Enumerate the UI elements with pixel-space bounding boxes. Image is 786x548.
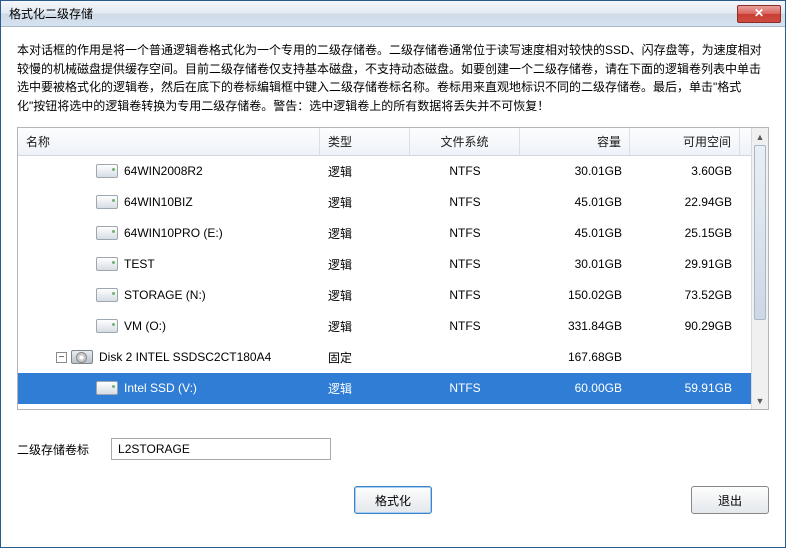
drive-icon	[96, 288, 118, 302]
row-name-text: 64WIN10BIZ	[124, 195, 193, 209]
cell-fs: NTFS	[410, 381, 520, 395]
drive-icon	[96, 226, 118, 240]
scroll-up-arrow[interactable]: ▲	[752, 128, 768, 145]
cell-capacity: 331.84GB	[520, 319, 630, 333]
vertical-scrollbar[interactable]: ▲ ▼	[751, 128, 768, 409]
volume-label-row: 二级存储卷标	[17, 438, 769, 460]
scroll-down-arrow[interactable]: ▼	[752, 392, 768, 409]
table-row[interactable]: 64WIN10PRO (E:) 逻辑NTFS45.01GB25.15GB	[18, 218, 751, 249]
cell-free: 25.15GB	[630, 226, 740, 240]
description-text: 本对话框的作用是将一个普通逻辑卷格式化为一个专用的二级存储卷。二级存储卷通常位于…	[17, 41, 769, 115]
scroll-track[interactable]	[752, 145, 768, 392]
cell-name: 64WIN2008R2	[18, 164, 320, 178]
cell-fs: NTFS	[410, 164, 520, 178]
cell-type: 固定	[320, 349, 410, 366]
volume-label-caption: 二级存储卷标	[17, 441, 89, 458]
table-row[interactable]: STORAGE (N:) 逻辑NTFS150.02GB73.52GB	[18, 280, 751, 311]
drive-icon	[96, 257, 118, 271]
row-name-text: Intel SSD (V:)	[124, 381, 197, 395]
window-title: 格式化二级存储	[9, 5, 93, 22]
cell-free: 3.60GB	[630, 164, 740, 178]
cell-type: 逻辑	[320, 318, 410, 335]
cell-fs: NTFS	[410, 288, 520, 302]
cell-free: 29.91GB	[630, 257, 740, 271]
cell-free: 22.94GB	[630, 195, 740, 209]
cell-fs: NTFS	[410, 195, 520, 209]
cell-type: 逻辑	[320, 256, 410, 273]
table-row[interactable]: − Disk 2 INTEL SSDSC2CT180A4 固定 167.68GB	[18, 342, 751, 373]
grid-inner: 名称 类型 文件系统 容量 可用空间 64WIN2008R2逻辑NTFS30.0…	[18, 128, 751, 409]
col-header-fs[interactable]: 文件系统	[410, 128, 520, 155]
volume-label-input[interactable]	[111, 438, 331, 460]
button-row: 格式化 退出	[17, 486, 769, 514]
cell-free: 59.91GB	[630, 381, 740, 395]
table-row[interactable]: TEST 逻辑NTFS30.01GB29.91GB	[18, 249, 751, 280]
drive-icon	[96, 195, 118, 209]
row-name-text: 64WIN2008R2	[124, 164, 203, 178]
row-name-text: Disk 2 INTEL SSDSC2CT180A4	[99, 350, 271, 364]
cell-free: 73.52GB	[630, 288, 740, 302]
col-header-type[interactable]: 类型	[320, 128, 410, 155]
table-row[interactable]: 64WIN2008R2 逻辑NTFS30.01GB3.60GB	[18, 156, 751, 187]
cell-fs: NTFS	[410, 226, 520, 240]
cell-name: STORAGE (N:)	[18, 288, 320, 302]
drive-icon	[96, 319, 118, 333]
exit-button[interactable]: 退出	[691, 486, 769, 514]
cell-name: 64WIN10PRO (E:)	[18, 226, 320, 240]
cell-type: 逻辑	[320, 225, 410, 242]
cell-capacity: 60.00GB	[520, 381, 630, 395]
col-header-free[interactable]: 可用空间	[630, 128, 740, 155]
cell-name: 64WIN10BIZ	[18, 195, 320, 209]
cell-type: 逻辑	[320, 194, 410, 211]
titlebar: 格式化二级存储 ✕	[1, 1, 785, 27]
drive-icon	[96, 164, 118, 178]
row-name-text: 64WIN10PRO (E:)	[124, 226, 223, 240]
format-button[interactable]: 格式化	[354, 486, 432, 514]
cell-fs: NTFS	[410, 319, 520, 333]
cell-capacity: 150.02GB	[520, 288, 630, 302]
table-row[interactable]: VM (O:) 逻辑NTFS331.84GB90.29GB	[18, 311, 751, 342]
row-name-text: VM (O:)	[124, 319, 166, 333]
row-name-text: STORAGE (N:)	[124, 288, 206, 302]
cell-capacity: 30.01GB	[520, 164, 630, 178]
cell-fs: NTFS	[410, 257, 520, 271]
cell-capacity: 167.68GB	[520, 350, 630, 364]
table-row[interactable]: 64WIN10BIZ 逻辑NTFS45.01GB22.94GB	[18, 187, 751, 218]
cell-type: 逻辑	[320, 380, 410, 397]
cell-capacity: 30.01GB	[520, 257, 630, 271]
cell-free: 90.29GB	[630, 319, 740, 333]
cell-capacity: 45.01GB	[520, 195, 630, 209]
cell-name: − Disk 2 INTEL SSDSC2CT180A4	[18, 350, 320, 364]
scroll-thumb[interactable]	[754, 145, 766, 320]
row-name-text: TEST	[124, 257, 155, 271]
cell-type: 逻辑	[320, 163, 410, 180]
close-button[interactable]: ✕	[737, 5, 781, 23]
col-header-capacity[interactable]: 容量	[520, 128, 630, 155]
dialog-window: 格式化二级存储 ✕ 本对话框的作用是将一个普通逻辑卷格式化为一个专用的二级存储卷…	[0, 0, 786, 548]
cell-type: 逻辑	[320, 287, 410, 304]
grid-header: 名称 类型 文件系统 容量 可用空间	[18, 128, 751, 156]
grid-body: 64WIN2008R2逻辑NTFS30.01GB3.60GB64WIN10BIZ…	[18, 156, 751, 404]
volume-grid: 名称 类型 文件系统 容量 可用空间 64WIN2008R2逻辑NTFS30.0…	[17, 127, 769, 410]
cell-name: TEST	[18, 257, 320, 271]
disk-icon	[71, 350, 93, 364]
cell-capacity: 45.01GB	[520, 226, 630, 240]
cell-name: VM (O:)	[18, 319, 320, 333]
tree-expander[interactable]: −	[56, 352, 67, 363]
cell-name: Intel SSD (V:)	[18, 381, 320, 395]
drive-icon	[96, 381, 118, 395]
content-area: 本对话框的作用是将一个普通逻辑卷格式化为一个专用的二级存储卷。二级存储卷通常位于…	[1, 27, 785, 547]
col-header-name[interactable]: 名称	[18, 128, 320, 155]
table-row[interactable]: Intel SSD (V:) 逻辑NTFS60.00GB59.91GB	[18, 373, 751, 404]
